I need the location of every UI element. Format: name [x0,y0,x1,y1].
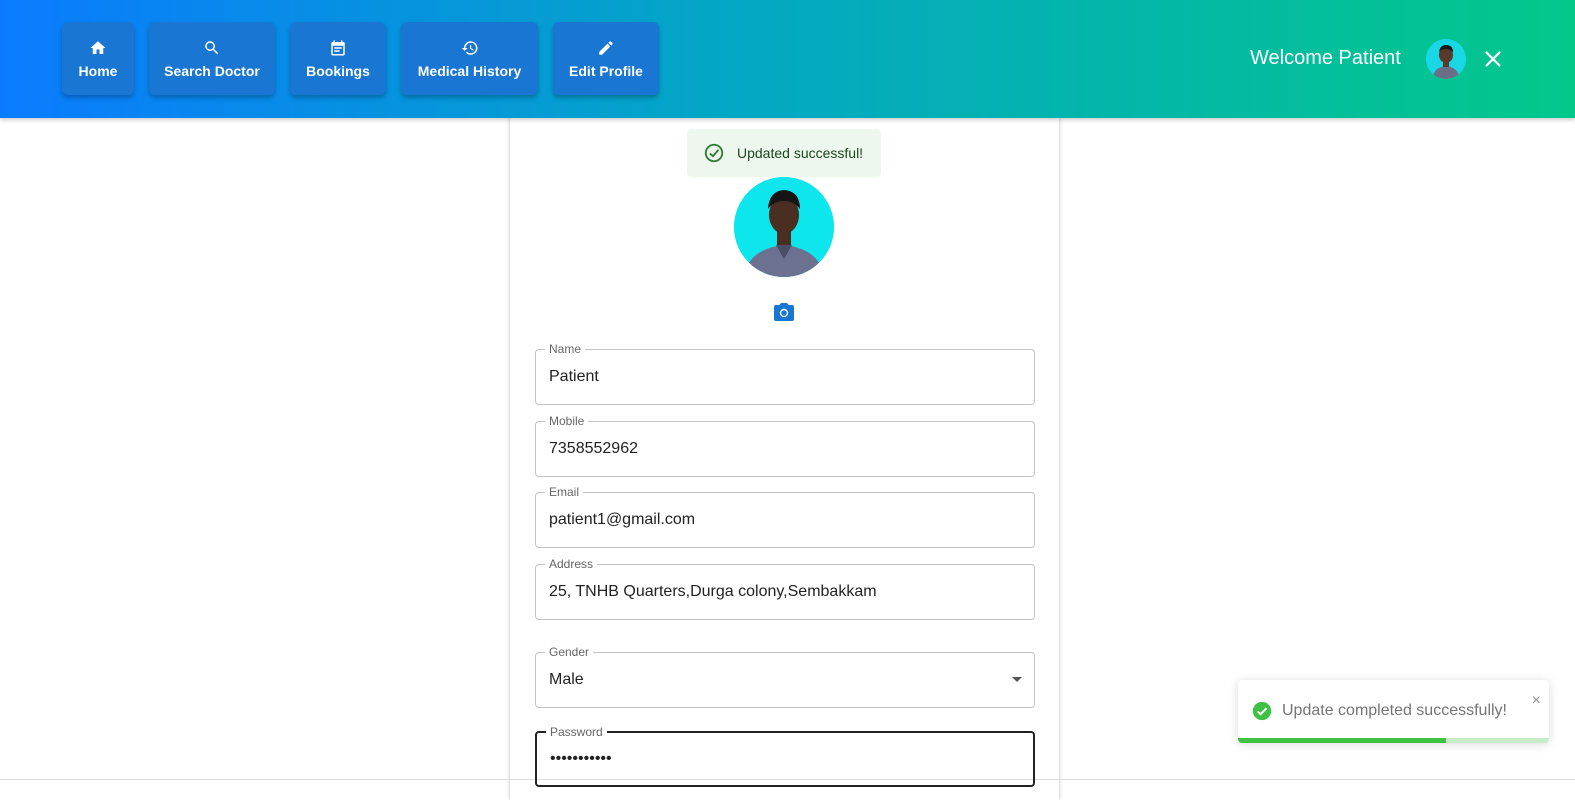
email-field-value[interactable]: patient1@gmail.com [549,511,695,529]
address-field-label: Address [545,557,598,571]
name-field-value[interactable]: Patient [549,368,599,386]
mobile-field[interactable]: Mobile 7358552962 [535,414,1035,477]
search-icon [205,40,219,54]
calendar-icon [331,40,345,55]
gender-select-label: Gender [545,645,594,659]
home-icon [90,40,106,54]
mobile-field-value[interactable]: 7358552962 [549,440,638,458]
email-field[interactable]: Email patient1@gmail.com [535,485,1035,548]
toast-close-button[interactable]: × [1532,692,1541,710]
app-header: Home Search Doctor Bookings Medical Hist… [0,0,1575,118]
password-field[interactable]: Password ••••••••••• [535,725,1035,787]
check-circle-icon [704,143,724,163]
gender-select[interactable]: Gender Male [535,645,1035,708]
header-avatar[interactable] [1426,39,1466,79]
address-field-value[interactable]: 25, TNHB Quarters,Durga colony,Sembakkam [549,583,877,601]
nav-edit-profile-button[interactable]: Edit Profile [553,22,659,95]
check-circle-filled-icon [1252,701,1272,721]
alert-message: Updated successful! [737,145,864,161]
profile-photo [734,177,834,277]
name-field[interactable]: Name Patient [535,342,1035,405]
avatar-person-icon [1426,39,1466,79]
nav-home-button[interactable]: Home [62,22,134,95]
success-alert: Updated successful! [687,129,881,177]
nav-edit-profile-label: Edit Profile [569,62,643,79]
name-field-label: Name [545,342,586,356]
close-icon[interactable] [1482,48,1504,70]
nav-bookings-button[interactable]: Bookings [290,22,386,95]
mobile-field-label: Mobile [545,414,589,428]
nav-medical-history-button[interactable]: Medical History [401,22,538,95]
password-field-label: Password [546,725,607,739]
nav-search-doctor-button[interactable]: Search Doctor [149,22,275,95]
toast-notification: Update completed successfully! × [1238,680,1549,743]
profile-avatar [734,177,834,277]
email-field-label: Email [545,485,584,499]
nav-medical-history-label: Medical History [417,62,522,79]
address-field[interactable]: Address 25, TNHB Quarters,Durga colony,S… [535,557,1035,620]
gender-select-value[interactable]: Male [549,671,584,689]
pencil-icon [599,40,613,55]
camera-icon[interactable] [772,300,796,324]
dropdown-arrow-icon[interactable] [1012,677,1022,682]
nav-bookings-label: Bookings [306,62,370,79]
toast-message: Update completed successfully! [1282,702,1507,719]
nav-home-label: Home [78,62,118,79]
welcome-text: Welcome Patient [1250,47,1401,69]
password-field-value[interactable]: ••••••••••• [550,750,612,768]
history-icon [461,40,478,55]
nav-search-doctor-label: Search Doctor [164,62,260,79]
toast-progress-bar [1238,738,1447,743]
